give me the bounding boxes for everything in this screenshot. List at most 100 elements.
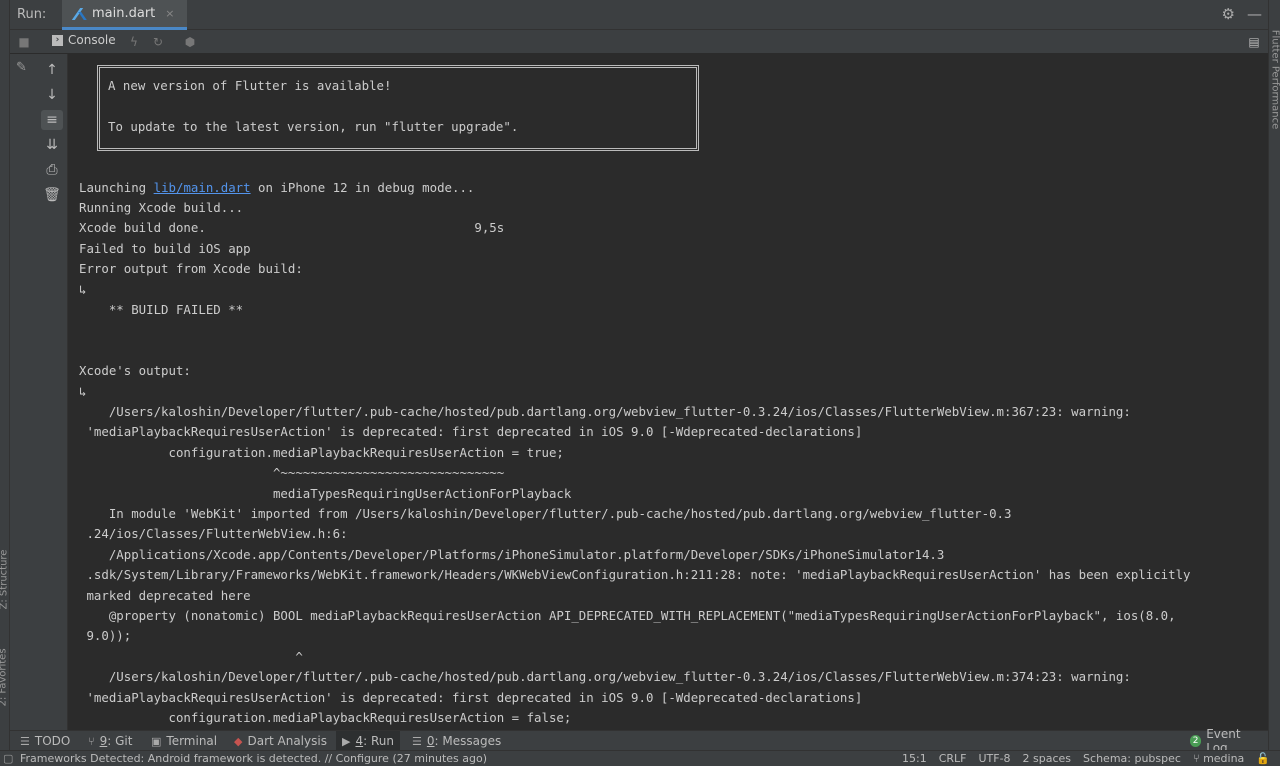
terminal-icon: ▣ xyxy=(151,734,162,748)
console-tab[interactable]: › Console xyxy=(52,33,116,47)
stop-icon[interactable]: ■ xyxy=(16,34,32,50)
run-tab-text: : Run xyxy=(363,734,394,748)
console-line: .sdk/System/Library/Frameworks/WebKit.fr… xyxy=(79,567,1191,583)
run-config-tab[interactable]: main.dart × xyxy=(62,0,187,30)
terminal-tab[interactable]: ▣ Terminal xyxy=(145,731,223,751)
dart-analysis-tab-label: Dart Analysis xyxy=(247,734,327,748)
json-schema[interactable]: Schema: pubspec xyxy=(1083,752,1181,765)
gear-icon[interactable]: ⚙ xyxy=(1222,5,1235,23)
console-line: ^ xyxy=(79,648,303,664)
console-line: @property (nonatomic) BOOL mediaPlayback… xyxy=(79,608,1176,623)
favorites-tab[interactable]: 2: Favorites xyxy=(0,648,9,706)
banner-line-2: To update to the latest version, run "fl… xyxy=(108,119,519,134)
console-line: ↳ xyxy=(79,383,87,399)
minimize-icon[interactable]: — xyxy=(1247,5,1262,23)
list-icon: ☰ xyxy=(20,734,30,748)
console-icon: › xyxy=(52,34,63,46)
console-line: ** BUILD FAILED ** xyxy=(79,302,244,317)
run-tab-mnemonic: 4 xyxy=(355,734,364,748)
event-log-count-badge: 2 xyxy=(1190,735,1202,747)
file-encoding[interactable]: UTF-8 xyxy=(978,752,1010,765)
console-output[interactable]: A new version of Flutter is available! T… xyxy=(68,54,1260,730)
console-line: marked deprecated here xyxy=(79,587,251,603)
dart-analysis-tab[interactable]: ◆ Dart Analysis xyxy=(228,731,333,751)
git-branch[interactable]: ⑂ medina xyxy=(1193,752,1244,765)
banner-line-1: A new version of Flutter is available! xyxy=(108,78,392,93)
messages-tab-label: 0: Messages xyxy=(427,734,501,748)
git-tab-text: : Git xyxy=(107,734,133,748)
structure-tab[interactable]: Z: Structure xyxy=(0,550,9,610)
messages-tab-mnemonic: 0 xyxy=(426,734,435,748)
down-arrow-icon[interactable]: ↓ xyxy=(41,85,63,105)
right-edge-strip: Flutter Performance xyxy=(1268,0,1280,750)
status-toggle-icon[interactable]: ▢ xyxy=(3,752,13,765)
line-separator[interactable]: CRLF xyxy=(939,752,967,765)
indent-setting[interactable]: 2 spaces xyxy=(1023,752,1072,765)
run-header: Run: main.dart × ⚙ — xyxy=(10,0,1268,30)
git-tab-label: 9: Git xyxy=(100,734,133,748)
console-line: Failed to build iOS app xyxy=(79,240,251,256)
caret-position[interactable]: 15:1 xyxy=(902,752,927,765)
console-toolbar: ■ › Console ϟ ↻ ⬢ ▤ xyxy=(10,30,1268,54)
console-line: /Applications/Xcode.app/Contents/Develop… xyxy=(79,546,945,562)
console-tab-label: Console xyxy=(68,33,116,47)
pin-icon[interactable]: ✎ xyxy=(16,60,27,75)
todo-tab[interactable]: ☰ TODO xyxy=(14,731,76,751)
launching-suffix: on iPhone 12 in debug mode... xyxy=(250,180,475,195)
run-label: Run: xyxy=(17,7,47,22)
status-message[interactable]: Frameworks Detected: Android framework i… xyxy=(20,752,487,765)
play-icon: ▶ xyxy=(342,734,351,748)
console-line: configuration.mediaPlaybackRequiresUserA… xyxy=(79,444,564,460)
soft-wrap-icon[interactable]: ≡ xyxy=(41,110,63,130)
console-line: Running Xcode build... xyxy=(79,200,244,215)
left-edge-strip: Z: Structure 2: Favorites xyxy=(0,0,10,750)
messages-icon: ☰ xyxy=(412,734,422,748)
branch-icon: ⑂ xyxy=(88,734,95,748)
console-line: .24/ios/Classes/FlutterWebView.h:6: xyxy=(79,526,348,542)
flutter-performance-tab[interactable]: Flutter Performance xyxy=(1269,30,1280,130)
console-line: ↳ xyxy=(79,281,87,297)
console-line: Xcode's output: xyxy=(79,363,191,379)
console-line: Xcode build done. 9,5s xyxy=(79,220,505,236)
status-bar: ▢ Frameworks Detected: Android framework… xyxy=(0,750,1280,766)
console-line: ^~~~~~~~~~~~~~~~~~~~~~~~~~~~~~~ xyxy=(79,465,505,481)
console-line: /Users/kaloshin/Developer/flutter/.pub-c… xyxy=(79,404,1131,419)
console-line: 'mediaPlaybackRequiresUserAction' is dep… xyxy=(79,689,863,705)
console-line: /Users/kaloshin/Developer/flutter/.pub-c… xyxy=(79,669,1131,685)
launching-prefix: Launching xyxy=(79,180,154,195)
console-line: mediaTypesRequiringUserActionForPlayback xyxy=(79,485,572,501)
console-line: configuration.mediaPlaybackRequiresUserA… xyxy=(79,710,572,725)
console-line: Error output from Xcode build: xyxy=(79,261,303,277)
hot-restart-icon[interactable]: ↻ xyxy=(150,34,166,50)
main-dart-link[interactable]: lib/main.dart xyxy=(154,180,251,195)
lock-icon[interactable]: 🔓 xyxy=(1256,752,1270,765)
close-icon[interactable]: × xyxy=(165,7,174,20)
todo-tab-label: TODO xyxy=(34,734,71,748)
run-tab-label: 4: Run xyxy=(355,734,394,748)
console-line: 'mediaPlaybackRequiresUserAction' is dep… xyxy=(79,424,863,440)
devtools-icon[interactable]: ⬢ xyxy=(182,34,198,50)
hot-reload-icon[interactable]: ϟ xyxy=(126,34,142,50)
trash-icon[interactable]: 🗑 xyxy=(41,185,63,205)
branch-icon: ⑂ xyxy=(1192,752,1204,765)
tool-window-bar: ☰ TODO ⑂ 9: Git ▣ Terminal ◆ Dart Analys… xyxy=(10,727,1268,755)
console-line: In module 'WebKit' imported from /Users/… xyxy=(79,506,1012,521)
event-log-tab[interactable]: 2 Event Log xyxy=(1184,727,1268,755)
scroll-to-end-icon[interactable]: ⇊ xyxy=(41,135,63,155)
up-arrow-icon[interactable]: ↑ xyxy=(41,60,63,80)
dart-analysis-icon: ◆ xyxy=(234,734,243,748)
flutter-upgrade-banner: A new version of Flutter is available! T… xyxy=(97,65,699,151)
launching-line: Launching lib/main.dart on iPhone 12 in … xyxy=(79,178,474,198)
layout-icon[interactable]: ▤ xyxy=(1246,34,1262,50)
terminal-tab-label: Terminal xyxy=(166,734,218,748)
console-line: 9.0)); xyxy=(79,628,132,644)
git-branch-label: medina xyxy=(1203,752,1245,765)
flutter-icon xyxy=(74,8,86,20)
messages-tab-text: : Messages xyxy=(434,734,502,748)
print-icon[interactable]: ⎙ xyxy=(41,160,63,180)
console-side-toolbar: ✎ ↑ ↓ ≡ ⇊ ⎙ 🗑 xyxy=(10,54,68,730)
run-tab[interactable]: ▶ 4: Run xyxy=(336,731,400,751)
git-tab[interactable]: ⑂ 9: Git xyxy=(82,731,138,751)
run-config-tab-label: main.dart xyxy=(92,6,156,21)
messages-tab[interactable]: ☰ 0: Messages xyxy=(406,731,507,751)
